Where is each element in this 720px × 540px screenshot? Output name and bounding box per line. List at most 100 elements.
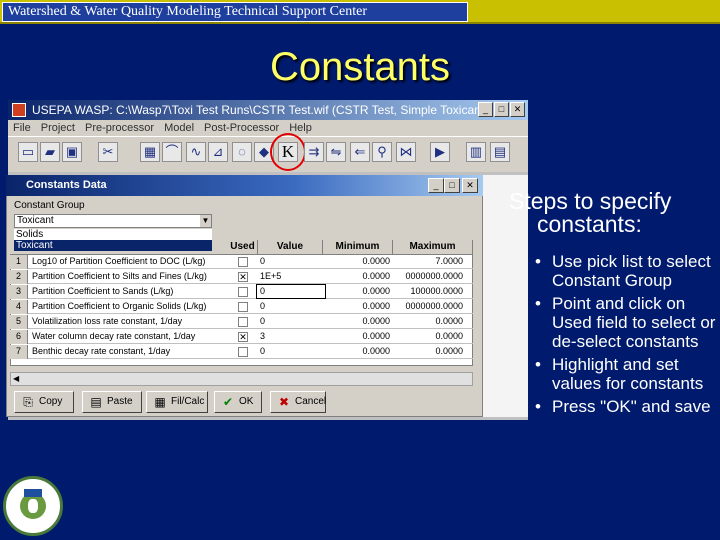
- constant-group-label: Constant Group: [14, 200, 85, 211]
- constant-maximum[interactable]: 0.0000: [395, 345, 467, 359]
- constant-value[interactable]: 0: [258, 255, 323, 269]
- row-number: 5: [10, 315, 28, 329]
- ok-button[interactable]: ✔ OK: [214, 391, 262, 413]
- scroll-left-icon[interactable]: ◀: [13, 373, 19, 385]
- close-button[interactable]: ✕: [510, 102, 525, 117]
- highlight-circle: [270, 133, 306, 171]
- used-checkbox[interactable]: [238, 257, 248, 267]
- chart-icon[interactable]: ▥: [466, 142, 486, 162]
- instructions-heading-line2: constants:: [537, 211, 642, 237]
- segments-icon[interactable]: ▦: [140, 142, 160, 162]
- dialog-minimize-button[interactable]: _: [428, 178, 444, 193]
- used-checkbox[interactable]: [238, 317, 248, 327]
- loads-icon[interactable]: ⇐: [350, 142, 370, 162]
- chevron-down-icon[interactable]: ▼: [200, 215, 211, 227]
- check-icon: ✔: [222, 395, 234, 409]
- cancel-button[interactable]: ✖ Cancel: [270, 391, 326, 413]
- report-icon[interactable]: ▤: [490, 142, 510, 162]
- table-row[interactable]: 3 Partition Coefficient to Sands (L/kg) 0 0…: [10, 285, 473, 299]
- minimize-button[interactable]: _: [478, 102, 493, 117]
- fillcalc-label: Fil/Calc: [171, 396, 205, 407]
- constant-minimum[interactable]: 0.0000: [328, 345, 390, 359]
- run-icon[interactable]: ▶: [430, 142, 450, 162]
- open-folder-icon[interactable]: ▰: [40, 142, 60, 162]
- used-checkbox[interactable]: [238, 347, 248, 357]
- constant-value[interactable]: 3: [258, 330, 323, 344]
- copy-label: Copy: [39, 396, 63, 407]
- constant-minimum[interactable]: 0.0000: [328, 315, 390, 329]
- ok-label: OK: [239, 396, 254, 407]
- paste-button[interactable]: ▤ Paste: [82, 391, 142, 413]
- table-row[interactable]: 2 Partition Coefficient to Silts and Fine…: [10, 270, 473, 284]
- copy-button[interactable]: ⎘ Copy: [14, 391, 74, 413]
- value-edit-box[interactable]: [256, 284, 326, 299]
- group-option-toxicant[interactable]: Toxicant: [14, 240, 212, 251]
- table-row[interactable]: 1 Log10 of Partition Coefficient to DOC (…: [10, 255, 473, 269]
- menu-file[interactable]: File: [8, 120, 36, 136]
- used-checkbox[interactable]: ✕: [238, 332, 248, 342]
- flows-icon[interactable]: ⇉: [304, 142, 324, 162]
- kinetics-icon[interactable]: ◌: [232, 142, 252, 162]
- menu-preprocessor[interactable]: Pre-processor: [80, 120, 159, 136]
- paste-icon: ▤: [90, 395, 102, 409]
- app-title: USEPA WASP: C:\Wasp7\Toxi Test Runs\CSTR…: [32, 103, 489, 117]
- instruction-step-text: Highlight and set values for constants: [552, 355, 704, 393]
- constant-maximum[interactable]: 7.0000: [395, 255, 467, 269]
- constant-maximum[interactable]: 0000000.0000: [395, 270, 467, 284]
- new-file-icon[interactable]: ▭: [18, 142, 38, 162]
- constant-maximum[interactable]: 0.0000: [395, 330, 467, 344]
- constant-minimum[interactable]: 0.0000: [328, 255, 390, 269]
- constant-maximum[interactable]: 100000.0000: [395, 285, 467, 299]
- horizontal-scrollbar[interactable]: ◀: [10, 372, 473, 386]
- constant-value[interactable]: 0: [258, 315, 323, 329]
- save-icon[interactable]: ▣: [62, 142, 82, 162]
- constant-group-select[interactable]: Toxicant: [14, 214, 212, 228]
- maximize-button[interactable]: □: [494, 102, 509, 117]
- parameters-icon[interactable]: ⌒: [162, 142, 182, 162]
- used-checkbox[interactable]: [238, 302, 248, 312]
- dialog-maximize-button[interactable]: □: [444, 178, 460, 193]
- constant-value[interactable]: 1E+5: [258, 270, 323, 284]
- instruction-list: • Use pick list to select Constant Group …: [505, 252, 717, 416]
- constant-minimum[interactable]: 0.0000: [328, 330, 390, 344]
- constant-maximum[interactable]: 0000000.0000: [395, 300, 467, 314]
- exchange-icon[interactable]: ⋈: [396, 142, 416, 162]
- boundaries-icon[interactable]: ⚲: [372, 142, 392, 162]
- constant-name: Partition Coefficient to Sands (L/kg): [32, 286, 174, 296]
- menu-postprocessor[interactable]: Post-Processor: [199, 120, 284, 136]
- row-number: 3: [10, 285, 28, 299]
- x-icon: ✖: [278, 395, 290, 409]
- table-row[interactable]: 4 Partition Coefficient to Organic Solids…: [10, 300, 473, 314]
- used-checkbox[interactable]: [238, 287, 248, 297]
- dialog-title: Constants Data: [6, 175, 483, 196]
- dispersion-icon[interactable]: ⇋: [326, 142, 346, 162]
- header-bar: Watershed & Water Quality Modeling Techn…: [0, 0, 720, 24]
- constant-value[interactable]: 0: [258, 300, 323, 314]
- table-row[interactable]: 7 Benthic decay rate constant, 1/day 0 0.00…: [10, 345, 473, 359]
- constant-value[interactable]: 0: [258, 345, 323, 359]
- dialog-close-button[interactable]: ✕: [462, 178, 478, 193]
- table-row[interactable]: 6 Water column decay rate constant, 1/day…: [10, 330, 473, 344]
- row-number: 1: [10, 255, 28, 269]
- graph-icon[interactable]: ⊿: [208, 142, 228, 162]
- fillcalc-button[interactable]: ▦ Fil/Calc: [146, 391, 208, 413]
- slide-title: Constants: [269, 45, 451, 89]
- constant-name: Benthic decay rate constant, 1/day: [32, 346, 171, 356]
- timefunction-icon[interactable]: ∿: [186, 142, 206, 162]
- column-header-minimum: Minimum: [323, 240, 393, 254]
- instruction-step: • Point and click on Used field to select…: [535, 294, 716, 351]
- instruction-step-text: Use pick list to select Constant Group: [552, 252, 711, 290]
- flower-icon: [28, 499, 38, 513]
- table-row[interactable]: 5 Volatilization loss rate constant, 1/da…: [10, 315, 473, 329]
- menu-project[interactable]: Project: [36, 120, 80, 136]
- used-checkbox[interactable]: ✕: [238, 272, 248, 282]
- group-option-solids[interactable]: Solids: [14, 229, 212, 240]
- constant-minimum[interactable]: 0.0000: [328, 285, 390, 299]
- constant-minimum[interactable]: 0.0000: [328, 300, 390, 314]
- calculator-icon: ▦: [154, 395, 166, 409]
- constant-maximum[interactable]: 0.0000: [395, 315, 467, 329]
- row-number: 4: [10, 300, 28, 314]
- tools-icon[interactable]: ✂: [98, 142, 118, 162]
- constant-minimum[interactable]: 0.0000: [328, 270, 390, 284]
- menu-model[interactable]: Model: [159, 120, 199, 136]
